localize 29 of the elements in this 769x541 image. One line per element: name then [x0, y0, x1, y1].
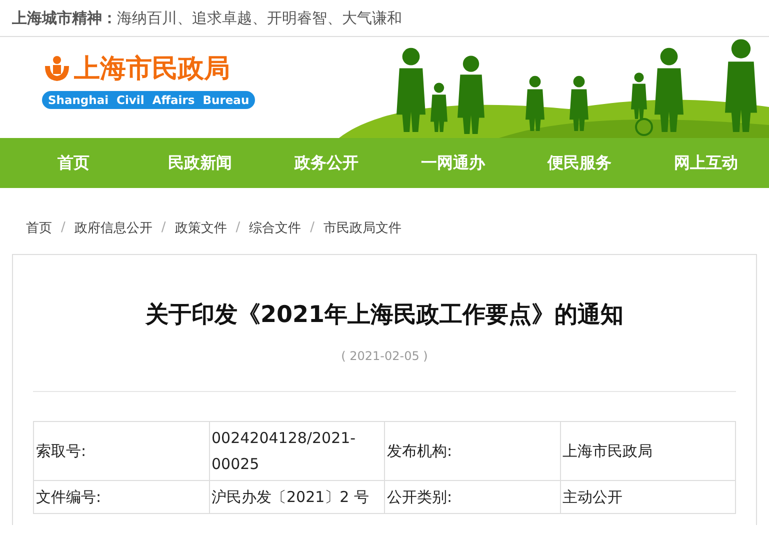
breadcrumb-link[interactable]: 政策文件 [174, 218, 227, 236]
nav-link[interactable]: 民政新闻 [136, 138, 263, 188]
publish-date: ( 2021-02-05 ) [340, 349, 429, 363]
article-title: 关于印发《2021年上海民政工作要点》的通知 [144, 301, 624, 330]
info-value: 沪民办发〔2021〕2 号 [209, 480, 384, 514]
info-label: 文件编号: [34, 480, 209, 514]
breadcrumb-link[interactable]: 市民政局文件 [324, 218, 402, 236]
info-label: 索取号: [34, 422, 209, 480]
info-value: 0024204128/2021-00025 [209, 422, 384, 480]
breadcrumb-separator: / [310, 220, 315, 235]
nav-link[interactable]: 便民服务 [516, 138, 642, 188]
breadcrumb-separator: / [61, 220, 66, 235]
logo-subtitle: Shanghai Civil Affairs Bureau [42, 91, 256, 109]
info-label: 发布机构: [384, 422, 560, 480]
nav-link[interactable]: 政务公开 [263, 138, 390, 188]
breadcrumb-separator: / [161, 220, 166, 235]
nav-link[interactable]: 一网通办 [390, 138, 516, 188]
breadcrumb-link[interactable]: 综合文件 [249, 218, 302, 236]
nav-link[interactable]: 网上互动 [642, 138, 769, 188]
breadcrumb-separator: / [236, 220, 240, 235]
breadcrumb-link[interactable]: 首页 [26, 218, 52, 236]
info-value: 主动公开 [560, 480, 736, 514]
breadcrumb-link[interactable]: 政府信息公开 [74, 218, 152, 236]
info-value: 上海市民政局 [560, 422, 736, 480]
nav-link[interactable]: 首页 [10, 138, 136, 188]
logo-title: 上海市民政局 [74, 53, 230, 85]
logo-icon [42, 54, 72, 84]
info-label: 公开类别: [384, 480, 560, 514]
city-spirit-text: 上海城市精神：海纳百川、追求卓越、开明睿智、大气谦和 [12, 8, 402, 28]
